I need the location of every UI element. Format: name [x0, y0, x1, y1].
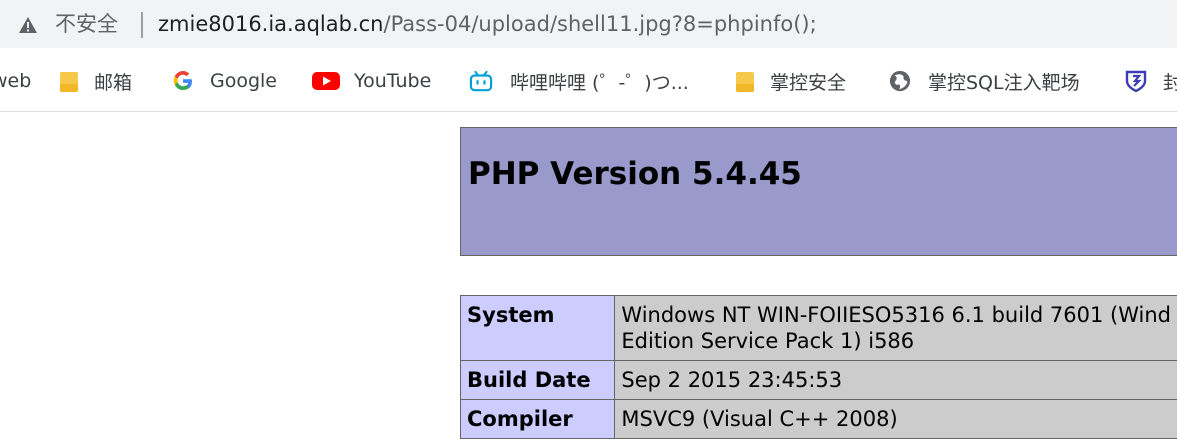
bookmark-label: 掌控安全 — [770, 68, 846, 95]
php-version-header: PHP Version 5.4.45 — [460, 127, 1177, 256]
bookmark-label: 邮箱 — [94, 68, 132, 95]
bookmark-label: web — [0, 70, 31, 92]
bookmark-bilibili[interactable]: 哔哩哔哩 (゜-゜)つ... — [468, 56, 689, 106]
table-row: System Windows NT WIN-FOIIESO5316 6.1 bu… — [461, 296, 1177, 361]
bookmark-zhangkong[interactable]: 掌控安全 — [736, 56, 846, 106]
youtube-icon — [312, 70, 340, 92]
folder-icon — [60, 70, 78, 92]
bookmarks-bar: web 邮箱 Google YouTube 哔哩哔哩 (゜-゜)つ... — [0, 56, 1177, 106]
google-icon — [172, 70, 194, 92]
table-row: Build Date Sep 2 2015 23:45:53 — [461, 361, 1177, 400]
php-version-title: PHP Version 5.4.45 — [468, 156, 802, 192]
bookmark-label: YouTube — [354, 70, 431, 92]
url-text[interactable]: zmie8016.ia.aqlab.cn/Pass-04/upload/shel… — [158, 10, 817, 38]
bilibili-icon — [468, 70, 494, 92]
shield-icon — [1125, 70, 1147, 92]
bookmark-web[interactable]: web — [0, 56, 31, 106]
bookmark-label: 掌控SQL注入靶场 — [928, 68, 1080, 95]
url-path: /Pass-04/upload/shell11.jpg?8=phpinfo(); — [384, 12, 817, 36]
bookmark-label: Google — [210, 70, 277, 92]
url-host: zmie8016.ia.aqlab.cn — [158, 12, 384, 36]
row-key: Compiler — [461, 400, 615, 439]
row-key: Build Date — [461, 361, 615, 400]
row-value-line: Windows NT WIN-FOIIESO5316 6.1 build 760… — [621, 303, 1171, 327]
globe-icon — [888, 70, 912, 92]
row-value: Sep 2 2015 23:45:53 — [615, 361, 1177, 400]
row-key: System — [461, 296, 615, 361]
bookmark-sql-range[interactable]: 掌控SQL注入靶场 — [888, 56, 1080, 106]
bookmark-feng[interactable]: 封 — [1125, 56, 1177, 106]
omnibox-separator — [141, 12, 143, 38]
security-label[interactable]: 不安全 — [55, 10, 118, 38]
toolbar-divider — [0, 111, 1177, 112]
row-value-line: Edition Service Pack 1) i586 — [621, 329, 914, 353]
bookmark-google[interactable]: Google — [172, 56, 277, 106]
bookmark-label: 封 — [1163, 68, 1177, 95]
row-value: Windows NT WIN-FOIIESO5316 6.1 build 760… — [615, 296, 1177, 361]
php-info-table: System Windows NT WIN-FOIIESO5316 6.1 bu… — [460, 295, 1177, 439]
table-row: Compiler MSVC9 (Visual C++ 2008) — [461, 400, 1177, 439]
folder-icon — [736, 70, 754, 92]
warning-icon[interactable] — [18, 16, 38, 34]
address-bar[interactable]: 不安全 zmie8016.ia.aqlab.cn/Pass-04/upload/… — [0, 0, 1177, 48]
bookmark-youtube[interactable]: YouTube — [312, 56, 431, 106]
row-value: MSVC9 (Visual C++ 2008) — [615, 400, 1177, 439]
bookmark-label: 哔哩哔哩 (゜-゜)つ... — [510, 68, 689, 95]
bookmark-mailbox[interactable]: 邮箱 — [60, 56, 132, 106]
